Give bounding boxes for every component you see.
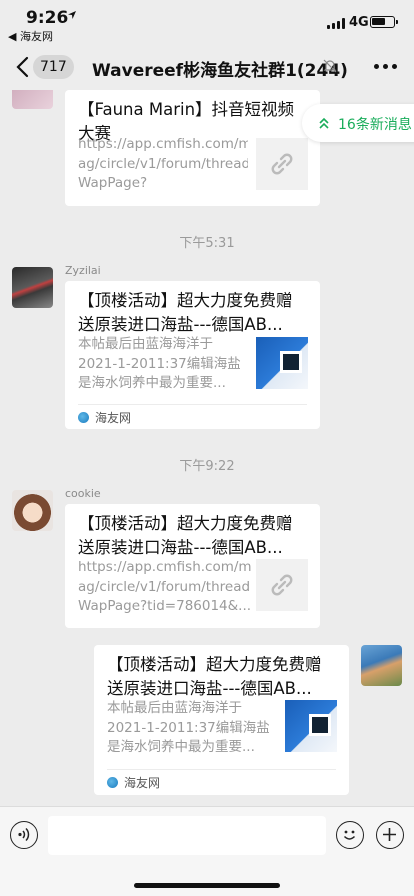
chevron-left-icon[interactable]: [12, 54, 34, 80]
home-indicator: [134, 883, 280, 888]
card-footer: 海友网: [107, 769, 336, 794]
bell-slash-icon: [323, 59, 337, 73]
link-icon: [256, 138, 308, 190]
card-thumbnail: [256, 337, 308, 389]
more-dots-icon[interactable]: [374, 64, 398, 70]
card-desc: https://app.cmfish.com/m ag/circle/v1/fo…: [78, 136, 248, 195]
network-type: 4G: [349, 15, 369, 30]
location-arrow-icon: [68, 11, 76, 19]
source-logo-icon: [107, 777, 118, 788]
unread-count-badge[interactable]: 717: [33, 55, 74, 79]
card-thumbnail: [285, 700, 337, 752]
plus-icon[interactable]: [376, 821, 404, 849]
card-title: 【顶楼活动】超大力度免费赠送原装进口海盐---德国AB...: [78, 514, 293, 557]
emoji-icon[interactable]: [336, 821, 364, 849]
back-to-app-link[interactable]: ◀ 海友网: [8, 28, 53, 44]
source-logo-icon: [78, 412, 89, 423]
link-card[interactable]: 【顶楼活动】超大力度免费赠送原装进口海盐---德国AB... https://a…: [65, 504, 320, 628]
status-bar: 9:26 ◀ 海友网 4G: [0, 0, 414, 44]
avatar[interactable]: [12, 490, 53, 531]
sender-name: Zyzilai: [65, 264, 101, 277]
chat-title: Wavereef彬海鱼友社群1(244): [92, 61, 348, 81]
link-icon: [256, 559, 308, 611]
new-messages-label: 16条新消息: [338, 117, 412, 133]
card-desc: 本帖最后由蓝海海洋于 2021-1-2011:37编辑海盐 是海水饲养中最为重要…: [78, 336, 241, 391]
card-source: 海友网: [95, 411, 132, 425]
signal-icon: [327, 18, 345, 29]
chat-header: 717 Wavereef彬海鱼友社群1(244): [0, 44, 414, 90]
sender-name: cookie: [65, 487, 101, 500]
card-title: 【顶楼活动】超大力度免费赠送原装进口海盐---德国AB...: [107, 655, 322, 698]
avatar[interactable]: [361, 645, 402, 686]
card-source: 海友网: [124, 776, 161, 790]
timestamp: 下午5:31: [179, 236, 235, 251]
link-card[interactable]: 【顶楼活动】超大力度免费赠送原装进口海盐---德国AB... 本帖最后由蓝海海洋…: [65, 281, 320, 429]
new-messages-button[interactable]: 16条新消息: [302, 104, 414, 142]
card-title: 【顶楼活动】超大力度免费赠送原装进口海盐---德国AB...: [78, 291, 293, 334]
message-input[interactable]: [48, 816, 326, 855]
battery-icon: [370, 16, 398, 28]
message-list[interactable]: 【Fauna Marin】抖音短视频大赛 https://app.cmfish.…: [0, 90, 414, 806]
card-desc: https://app.cmfish.com/m ag/circle/v1/fo…: [78, 559, 252, 614]
timestamp: 下午9:22: [179, 459, 235, 474]
card-footer: 海友网: [78, 404, 307, 429]
link-card[interactable]: 【顶楼活动】超大力度免费赠送原装进口海盐---德国AB... 本帖最后由蓝海海洋…: [94, 645, 349, 795]
double-chevron-up-icon: [319, 117, 329, 129]
link-card[interactable]: 【Fauna Marin】抖音短视频大赛 https://app.cmfish.…: [65, 90, 320, 206]
status-time: 9:26: [26, 8, 69, 28]
avatar[interactable]: [12, 90, 53, 109]
avatar[interactable]: [12, 267, 53, 308]
card-desc: 本帖最后由蓝海海洋于 2021-1-2011:37编辑海盐 是海水饲养中最为重要…: [107, 700, 270, 755]
voice-icon[interactable]: [10, 821, 38, 849]
